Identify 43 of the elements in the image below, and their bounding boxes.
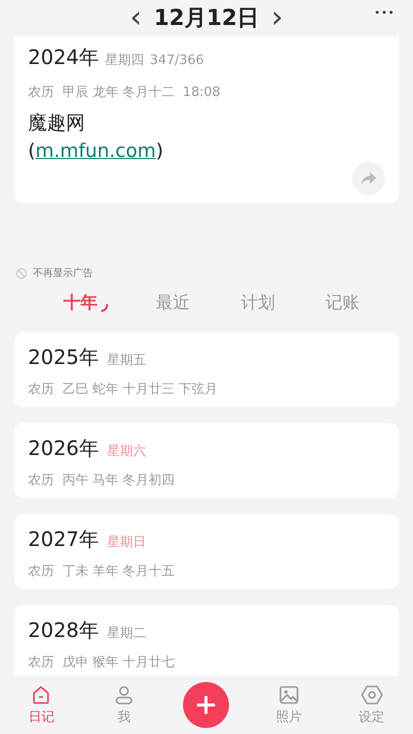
lunar-date: 农历 乙巳 蛇年 十月廿三 下弦月 xyxy=(28,381,219,398)
lunar-date: 农历 丁未 羊年 冬月十五 xyxy=(28,563,176,580)
lunar-date: 农历 甲辰 龙年 冬月十二 18:08 xyxy=(28,84,222,101)
tab-indicator-icon xyxy=(101,304,108,312)
nav-tab[interactable]: 日记 xyxy=(11,684,72,726)
settings-icon xyxy=(360,684,383,704)
weekday-label: 星期六 xyxy=(106,443,146,460)
weekday-label: 星期五 xyxy=(106,352,146,369)
share-button[interactable] xyxy=(352,162,385,195)
paren: ) xyxy=(156,140,164,162)
lunar-date: 农历 丙午 马年 冬月初四 xyxy=(28,472,176,489)
person-icon xyxy=(114,684,134,704)
year-label: 2024年 xyxy=(28,44,99,71)
weekday-label: 星期四 xyxy=(104,52,144,69)
year-label: 2027年 xyxy=(28,526,99,553)
block-icon xyxy=(16,268,27,278)
nav-tab[interactable]: 照片 xyxy=(259,684,320,726)
year-label: 2028年 xyxy=(28,617,99,644)
weekday-label: 星期二 xyxy=(106,625,146,642)
more-button[interactable]: ••• xyxy=(366,8,403,19)
home-icon xyxy=(31,684,52,704)
tab[interactable]: 十年 xyxy=(57,287,112,317)
plus-icon xyxy=(197,696,216,714)
image-icon xyxy=(279,684,300,704)
nav-tab[interactable]: 我 xyxy=(94,684,154,726)
year-label: 2025年 xyxy=(28,344,99,371)
nav-tab[interactable]: 设定 xyxy=(342,684,402,726)
hide-ads-link[interactable]: 不再显示广告 xyxy=(33,266,93,280)
date-title: 12月12日 xyxy=(154,5,260,33)
year-label: 2026年 xyxy=(28,435,99,462)
day-count: 347/366 xyxy=(150,53,204,68)
tab[interactable]: 记账 xyxy=(320,287,366,317)
previous-day-button[interactable]: ‹ xyxy=(122,3,150,33)
tab[interactable]: 最近 xyxy=(150,287,196,317)
next-day-button[interactable]: › xyxy=(263,3,292,33)
paren: ( xyxy=(28,140,36,162)
tab[interactable]: 计划 xyxy=(234,287,281,317)
site-link[interactable]: m.mfun.com xyxy=(35,140,156,162)
weekday-label: 星期日 xyxy=(106,534,146,551)
entry-title: 魔趣网 xyxy=(28,111,86,136)
share-icon xyxy=(361,172,376,185)
add-button[interactable] xyxy=(183,682,230,728)
lunar-date: 农历 戊申 猴年 十月廿七 xyxy=(28,654,176,671)
